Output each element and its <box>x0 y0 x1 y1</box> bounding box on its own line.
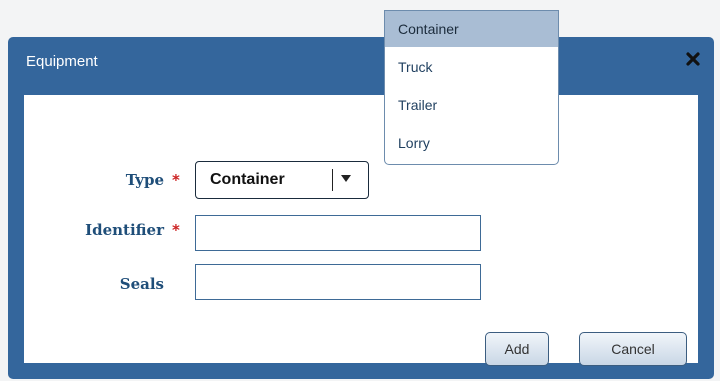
type-select-value: Container <box>210 171 285 188</box>
cancel-button[interactable]: Cancel <box>579 332 687 366</box>
seals-input[interactable] <box>195 264 481 300</box>
select-divider <box>332 169 333 191</box>
identifier-label: Identifier <box>85 221 164 239</box>
type-required-marker: * <box>172 171 180 189</box>
equipment-dialog: Equipment Type * Container Identifier * … <box>8 37 714 379</box>
identifier-required-marker: * <box>172 221 180 239</box>
dropdown-option-truck[interactable]: Truck <box>385 49 558 85</box>
close-button[interactable] <box>681 49 705 73</box>
type-select[interactable]: Container <box>195 161 369 199</box>
dialog-title: Equipment <box>26 53 98 70</box>
add-button[interactable]: Add <box>485 332 549 366</box>
close-icon <box>686 51 700 71</box>
identifier-input[interactable] <box>195 215 481 251</box>
chevron-down-icon <box>341 175 351 182</box>
type-label: Type <box>125 171 164 189</box>
dropdown-option-lorry[interactable]: Lorry <box>385 125 558 161</box>
dropdown-option-trailer[interactable]: Trailer <box>385 87 558 123</box>
seals-label: Seals <box>119 275 164 293</box>
type-dropdown-list: Container Truck Trailer Lorry <box>384 10 559 165</box>
dialog-content: Type * Container Identifier * Seals Add … <box>24 95 698 366</box>
dropdown-option-container[interactable]: Container <box>385 11 558 47</box>
